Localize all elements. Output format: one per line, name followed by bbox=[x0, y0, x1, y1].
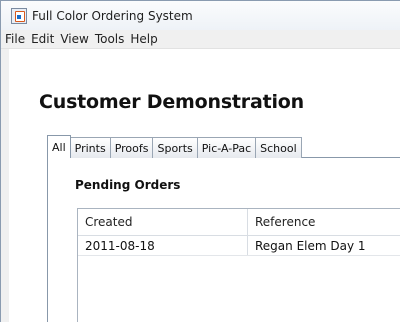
tab-all[interactable]: All bbox=[47, 135, 71, 158]
tab-proofs[interactable]: Proofs bbox=[109, 137, 154, 158]
menu-bar: File Edit View Tools Help bbox=[1, 30, 400, 49]
table-row[interactable]: 2011-08-18 Regan Elem Day 1 bbox=[78, 236, 400, 256]
tab-sports[interactable]: Sports bbox=[152, 137, 198, 158]
column-header-created[interactable]: Created bbox=[78, 209, 248, 235]
java-app-icon[interactable] bbox=[11, 7, 27, 24]
cell-created: 2011-08-18 bbox=[78, 236, 248, 255]
menu-edit[interactable]: Edit bbox=[28, 32, 57, 46]
section-title: Pending Orders bbox=[75, 178, 181, 192]
window-title: Full Color Ordering System bbox=[32, 8, 193, 23]
menu-tools[interactable]: Tools bbox=[92, 32, 128, 46]
table-header: Created Reference bbox=[78, 209, 400, 236]
cell-reference: Regan Elem Day 1 bbox=[255, 238, 366, 253]
order-tabs: All Prints Proofs Sports Pic-A-Pac Schoo… bbox=[47, 135, 302, 158]
tab-school[interactable]: School bbox=[255, 137, 302, 158]
pending-orders-table: Created Reference 2011-08-18 Regan Elem … bbox=[77, 208, 400, 322]
menu-file[interactable]: File bbox=[2, 32, 28, 46]
column-header-reference[interactable]: Reference bbox=[248, 209, 400, 235]
page-title: Customer Demonstration bbox=[39, 91, 304, 113]
menu-help[interactable]: Help bbox=[127, 32, 160, 46]
title-bar[interactable]: Full Color Ordering System bbox=[1, 1, 400, 30]
tab-prints[interactable]: Prints bbox=[69, 137, 111, 158]
tab-pic-a-pac[interactable]: Pic-A-Pac bbox=[196, 137, 257, 158]
menu-view[interactable]: View bbox=[57, 32, 91, 46]
